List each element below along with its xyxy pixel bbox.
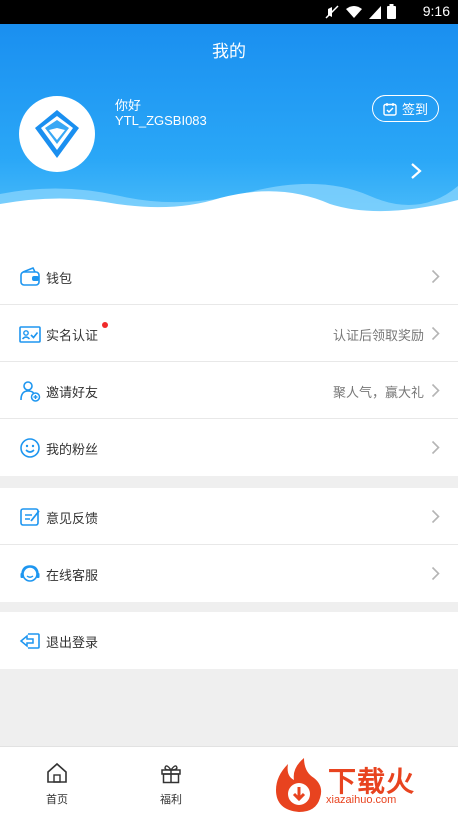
menu-item-value: 认证后领取奖励 [332,329,424,344]
menu-item-wallet[interactable]: 钱包 [0,248,458,305]
invite-user-icon [19,380,41,402]
tab-home[interactable]: 首页 [27,762,87,807]
menu-item-label: 退出登录 [46,636,99,651]
chevron-right-icon [431,509,440,528]
menu-item-label: 意见反馈 [46,512,99,527]
menu-group-logout: 退出登录 [0,612,458,669]
checkin-label: 签到 [401,103,428,118]
headset-icon [19,563,41,585]
chevron-right-icon [431,566,440,585]
avatar[interactable] [19,96,95,172]
battery-icon [387,4,396,23]
greeting-text: 你好 [115,99,142,114]
watermark: 下载火 xiazaihuo.com [268,754,458,815]
profile-header: 我的 你好 YTL_ZGSBI083 签到 [0,24,458,248]
status-bar: 9:16 [0,0,458,24]
chevron-right-icon [431,383,440,402]
id-card-icon [19,323,41,345]
mute-icon [325,4,339,23]
menu-item-label: 邀请好友 [46,386,99,401]
chevron-right-icon [431,269,440,288]
menu-item-logout[interactable]: 退出登录 [0,612,458,669]
diamond-logo-icon [35,110,79,158]
menu-group-account: 钱包 实名认证 认证后领取奖励 邀请好友 聚人气，赢大礼 我的粉丝 [0,248,458,476]
menu-group-support: 意见反馈 在线客服 [0,488,458,602]
status-time: 9:16 [422,3,450,19]
tab-welfare[interactable]: 福利 [141,762,201,807]
gift-icon [160,765,182,788]
tab-label: 首页 [46,793,68,806]
wifi-icon [345,4,363,23]
flame-logo-icon [276,758,322,812]
smile-icon [19,437,41,459]
logout-icon [19,630,41,652]
calendar-check-icon [383,102,397,116]
username: YTL_ZGSBI083 [115,113,207,128]
menu-item-label: 我的粉丝 [46,443,99,458]
menu-item-invite[interactable]: 邀请好友 聚人气，赢大礼 [0,362,458,419]
tab-label: 福利 [160,793,182,806]
wallet-icon [19,266,41,288]
watermark-url: xiazaihuo.com [326,794,397,806]
page-title: 我的 [212,42,246,62]
menu-item-customer-service[interactable]: 在线客服 [0,545,458,602]
chevron-right-icon [431,440,440,459]
feedback-icon [19,506,41,528]
chevron-right-icon [431,326,440,345]
menu-item-verification[interactable]: 实名认证 认证后领取奖励 [0,305,458,362]
notification-dot [102,322,108,328]
wave-decoration [0,183,458,248]
menu-item-label: 实名认证 [46,329,99,344]
menu-item-feedback[interactable]: 意见反馈 [0,488,458,545]
signal-icon [369,4,381,23]
menu-item-value: 聚人气，赢大礼 [332,386,424,401]
menu-item-label: 钱包 [46,272,73,287]
menu-item-fans[interactable]: 我的粉丝 [0,419,458,476]
home-icon [46,762,68,788]
menu-item-label: 在线客服 [46,569,99,584]
checkin-button[interactable]: 签到 [372,95,439,122]
